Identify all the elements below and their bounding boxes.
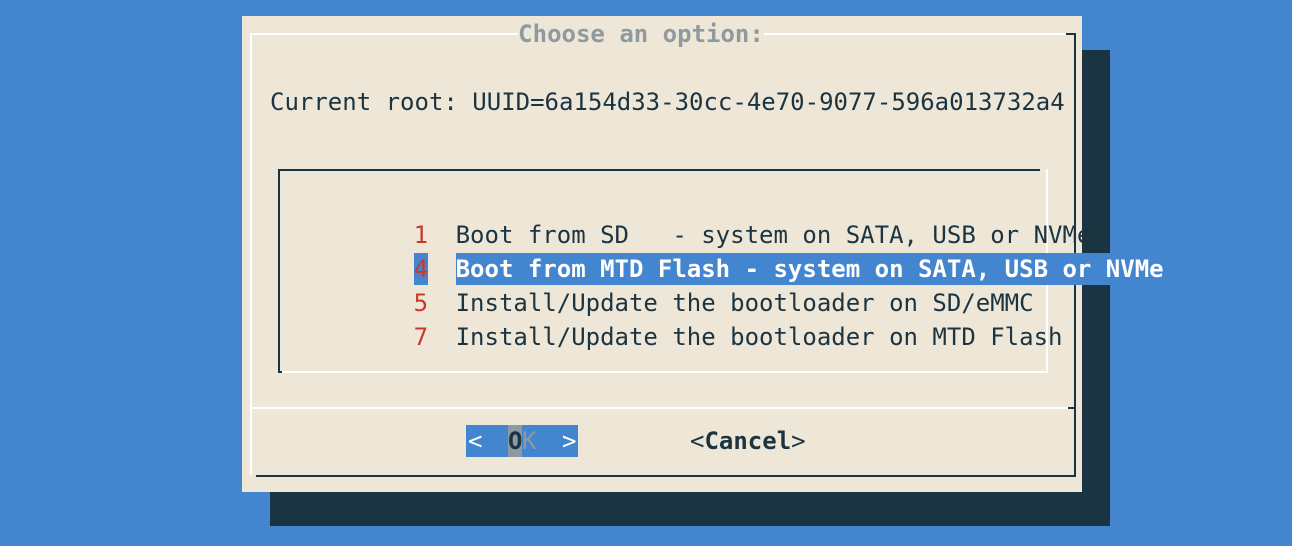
menu-dialog: Choose an option: Current root: UUID=6a1… xyxy=(242,16,1164,492)
menu-item-boot-mtd-flash[interactable]: 4 Boot from MTD Flash - system on SATA, U… xyxy=(298,221,1164,285)
menu-item-label: Install/Update the bootloader on MTD Fla… xyxy=(455,323,1063,351)
terminal-screen: Choose an option: Current root: UUID=6a1… xyxy=(0,0,1292,546)
frame-line xyxy=(250,33,518,35)
dialog-title: Choose an option: xyxy=(518,18,764,50)
button-separator xyxy=(252,407,1072,409)
menu-item-install-bootloader-mtd[interactable]: 7 Install/Update the bootloader on MTD Fl… xyxy=(298,289,1063,351)
cancel-button-open: < xyxy=(690,427,705,455)
cancel-button-close: > xyxy=(791,427,806,455)
frame-line xyxy=(1066,33,1074,35)
current-root-text: Current root: UUID=6a154d33-30cc-4e70-90… xyxy=(270,88,1065,116)
menu-item-boot-sd[interactable]: 1 Boot from SD - system on SATA, USB or N… xyxy=(298,187,1092,249)
menu-frame-line xyxy=(282,371,1048,373)
ok-button[interactable]: < O K > xyxy=(466,425,578,457)
frame-line xyxy=(256,475,1076,477)
menu-frame-line xyxy=(278,169,1040,171)
ok-button-hotkey: O xyxy=(508,427,523,455)
frame-line xyxy=(1068,407,1076,409)
cancel-button-label: Cancel xyxy=(704,427,792,455)
menu-list: 1 Boot from SD - system on SATA, USB or N… xyxy=(278,169,1164,373)
ok-button-open: < xyxy=(468,427,483,455)
menu-item-install-bootloader-sd[interactable]: 5 Install/Update the bootloader on SD/eMM… xyxy=(298,255,1034,317)
menu-frame-line xyxy=(278,169,280,373)
cancel-button[interactable]: <Cancel> xyxy=(690,425,806,457)
ok-button-close: > xyxy=(562,427,577,455)
ok-button-label-rest: K xyxy=(522,427,537,455)
frame-line xyxy=(764,33,1070,35)
menu-item-tag: 7 xyxy=(413,323,429,351)
